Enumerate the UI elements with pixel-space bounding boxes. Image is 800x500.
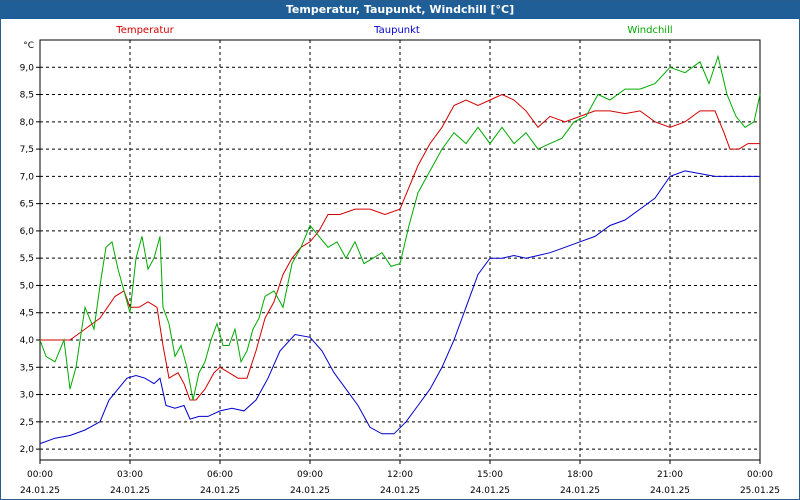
x-tick-date: 24.01.25 bbox=[560, 486, 600, 496]
y-tick-label: 5,0 bbox=[20, 281, 35, 291]
x-tick-date: 24.01.25 bbox=[380, 486, 420, 496]
y-tick-label: 3,5 bbox=[20, 363, 34, 373]
y-tick-label: 7,0 bbox=[20, 172, 35, 182]
y-tick-label: 2,5 bbox=[20, 418, 34, 428]
y-axis-label: °C bbox=[23, 41, 34, 51]
x-tick-date: 24.01.25 bbox=[110, 486, 150, 496]
x-tick-time: 09:00 bbox=[297, 470, 323, 480]
y-tick-label: 3,0 bbox=[20, 391, 35, 401]
x-tick-time: 03:00 bbox=[117, 470, 143, 480]
x-tick-time: 21:00 bbox=[657, 470, 683, 480]
x-tick-date: 24.01.25 bbox=[650, 486, 690, 496]
y-tick-label: 4,0 bbox=[20, 336, 35, 346]
y-tick-label: 6,5 bbox=[20, 200, 34, 210]
x-tick-time: 06:00 bbox=[207, 470, 233, 480]
legend-entry-windchill: Windchill bbox=[627, 25, 672, 36]
y-tick-label: 8,0 bbox=[20, 118, 35, 128]
line-chart: 2,0 2,5 3,0 3,5 4,0 4,5 5,0 5,5 6,0 6,5 7,0 7,5 8,0 8… bbox=[20, 25, 780, 496]
y-tick-label: 8,5 bbox=[20, 91, 34, 101]
x-tick-date: 24.01.25 bbox=[290, 486, 330, 496]
y-tick-label: 2,0 bbox=[20, 445, 35, 455]
y-tick-label: 6,0 bbox=[20, 227, 35, 237]
x-tick-time: 00:00 bbox=[747, 470, 773, 480]
x-axis-ticks: 00:00 24.01.25 03:00 24.01.25 06:00 24.01.25 0… bbox=[20, 460, 780, 496]
x-tick-time: 12:00 bbox=[387, 470, 413, 480]
y-tick-label: 9,0 bbox=[20, 63, 35, 73]
x-tick-time: 00:00 bbox=[27, 470, 53, 480]
grid-lines bbox=[40, 40, 760, 460]
y-axis-ticks: 2,0 2,5 3,0 3,5 4,0 4,5 5,0 5,5 6,0 6,5 7,0 7,5 8,0 8… bbox=[20, 63, 40, 455]
y-tick-label: 5,5 bbox=[20, 254, 34, 264]
legend-entry-taupunkt: Taupunkt bbox=[373, 25, 420, 36]
x-tick-date: 24.01.25 bbox=[470, 486, 510, 496]
x-tick-date: 24.01.25 bbox=[20, 486, 60, 496]
x-tick-time: 15:00 bbox=[477, 470, 503, 480]
y-tick-label: 4,5 bbox=[20, 309, 34, 319]
legend-entry-temperatur: Temperatur bbox=[115, 25, 174, 36]
legend: Temperatur Taupunkt Windchill bbox=[115, 25, 672, 36]
y-tick-label: 7,5 bbox=[20, 145, 34, 155]
x-tick-date: 25.01.25 bbox=[740, 486, 780, 496]
x-tick-date: 24.01.25 bbox=[200, 486, 240, 496]
x-tick-time: 18:00 bbox=[567, 470, 593, 480]
